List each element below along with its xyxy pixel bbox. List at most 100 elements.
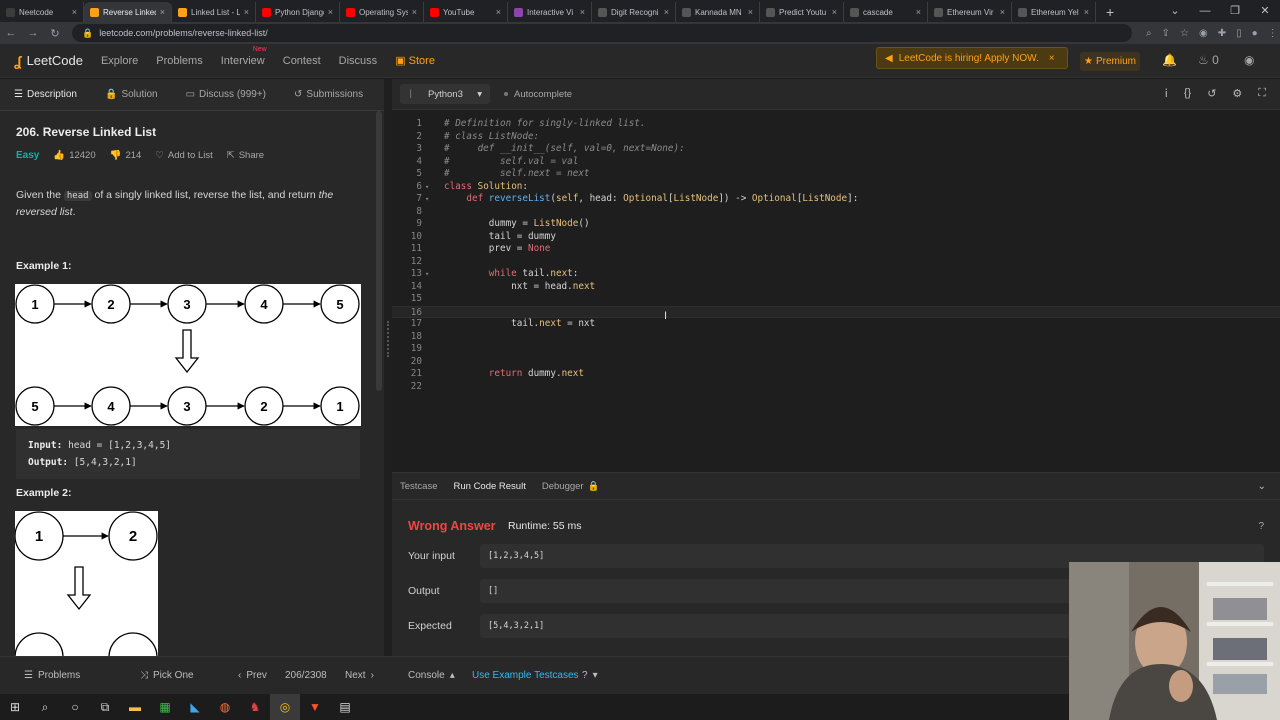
- puzzle-icon[interactable]: ✚: [1218, 28, 1226, 39]
- close-tab-icon[interactable]: ×: [916, 7, 921, 17]
- browser-tab[interactable]: Operating Sys ×: [340, 2, 424, 22]
- fold-icon[interactable]: ▾: [425, 181, 429, 194]
- code-line[interactable]: 7 ▾ def reverseList(self, head: Optional[…: [392, 193, 1280, 206]
- code-line[interactable]: 20: [392, 356, 1280, 369]
- browser-tab[interactable]: cascade ×: [844, 2, 928, 22]
- code-line[interactable]: 6 ▾ class Solution:: [392, 181, 1280, 194]
- code-line[interactable]: 5 # self.next = next: [392, 168, 1280, 181]
- browser-tab[interactable]: Digit Recogni ×: [592, 2, 676, 22]
- nav-problems[interactable]: Problems: [156, 55, 202, 67]
- search-icon[interactable]: ⌕: [30, 694, 60, 720]
- use-example-testcases-link[interactable]: Use Example Testcases: [472, 670, 579, 681]
- code-line[interactable]: 10 tail = dummy: [392, 231, 1280, 244]
- vscode-icon[interactable]: ◣: [180, 694, 210, 720]
- sidebar-icon[interactable]: ▯: [1236, 28, 1242, 39]
- code-line[interactable]: 9 dummy = ListNode(): [392, 218, 1280, 231]
- nav-discuss[interactable]: Discuss: [339, 55, 378, 67]
- next-button[interactable]: Next ›: [345, 670, 374, 681]
- streak-counter[interactable]: ♨ 0: [1198, 53, 1219, 67]
- firefox-icon[interactable]: ◍: [210, 694, 240, 720]
- browser-tab[interactable]: Kannada MN ×: [676, 2, 760, 22]
- browser-tab[interactable]: Interactive Vi ×: [508, 2, 592, 22]
- code-line[interactable]: 16: [392, 305, 1280, 318]
- close-tab-icon[interactable]: ×: [328, 7, 333, 17]
- code-line[interactable]: 13 ▾ while tail.next:: [392, 268, 1280, 281]
- code-line[interactable]: 11 prev = None: [392, 243, 1280, 256]
- back-icon[interactable]: ←: [0, 27, 22, 39]
- url-input[interactable]: 🔒 leetcode.com/problems/reverse-linked-l…: [72, 24, 1132, 42]
- browser-tab[interactable]: Python Django ×: [256, 2, 340, 22]
- browser-tab[interactable]: Neetcode ×: [0, 2, 84, 22]
- tab-description[interactable]: ☰ Description: [0, 89, 91, 100]
- bookmark-star-icon[interactable]: ☆: [1180, 28, 1189, 39]
- brave-icon[interactable]: ▼: [300, 694, 330, 720]
- task-view-icon[interactable]: ⧉: [90, 694, 120, 720]
- chevron-down-icon[interactable]: ⌄: [1258, 481, 1266, 492]
- code-line[interactable]: 21 return dummy.next: [392, 368, 1280, 381]
- fold-icon[interactable]: ▾: [425, 193, 429, 206]
- help-icon[interactable]: ?: [1258, 521, 1264, 532]
- code-editor[interactable]: 1 # Definition for singly-linked list. 2 # …: [392, 110, 1280, 472]
- leetcode-logo[interactable]: ʆ LeetCode: [14, 53, 83, 69]
- pick-one-button[interactable]: ⤨ Pick One: [140, 670, 194, 681]
- spreadsheet-icon[interactable]: ▦: [150, 694, 180, 720]
- forward-icon[interactable]: →: [22, 27, 44, 39]
- browser-tab[interactable]: Ethereum Vir ×: [928, 2, 1012, 22]
- tab-run-code-result[interactable]: Run Code Result: [446, 481, 534, 492]
- code-line[interactable]: 18: [392, 331, 1280, 344]
- problems-button[interactable]: ☰ Problems: [24, 670, 80, 681]
- browser-tab[interactable]: Ethereum Yel ×: [1012, 2, 1096, 22]
- add-to-list-button[interactable]: ♡ Add to List: [155, 150, 212, 161]
- app-icon[interactable]: ♞: [240, 694, 270, 720]
- reset-icon[interactable]: ↺: [1207, 87, 1216, 100]
- tab-search-icon[interactable]: ⌄: [1160, 0, 1190, 22]
- nav-store[interactable]: ▣ Store: [395, 54, 435, 67]
- braces-icon[interactable]: {}: [1184, 87, 1191, 100]
- profile-icon[interactable]: ●: [1252, 28, 1258, 39]
- avatar-icon[interactable]: ◉: [1244, 53, 1254, 67]
- tab-discuss[interactable]: ▭ Discuss (999+): [172, 89, 280, 100]
- code-line[interactable]: 19: [392, 343, 1280, 356]
- tab-submissions[interactable]: ↺ Submissions: [280, 89, 377, 100]
- panel-resize-handle[interactable]: [384, 79, 392, 656]
- file-explorer-icon[interactable]: ▬: [120, 694, 150, 720]
- close-icon[interactable]: ×: [1049, 53, 1055, 64]
- browser-tab[interactable]: Linked List - L ×: [172, 2, 256, 22]
- browser-tab[interactable]: Predict Youtu ×: [760, 2, 844, 22]
- tab-testcase[interactable]: Testcase: [392, 481, 446, 492]
- prev-button[interactable]: ‹ Prev: [238, 670, 267, 681]
- chrome-icon[interactable]: ◎: [270, 694, 300, 720]
- hiring-banner[interactable]: ◀ LeetCode is hiring! Apply NOW. ×: [876, 47, 1068, 69]
- close-tab-icon[interactable]: ×: [412, 7, 417, 17]
- notepad-icon[interactable]: ▤: [330, 694, 360, 720]
- close-tab-icon[interactable]: ×: [832, 7, 837, 17]
- fold-icon[interactable]: ▾: [425, 268, 429, 281]
- close-tab-icon[interactable]: ×: [496, 7, 501, 17]
- new-tab-button[interactable]: +: [1096, 2, 1124, 22]
- nav-contest[interactable]: Contest: [283, 55, 321, 67]
- close-tab-icon[interactable]: ×: [748, 7, 753, 17]
- code-line[interactable]: 22: [392, 381, 1280, 394]
- info-icon[interactable]: ⅰ: [1165, 87, 1168, 100]
- premium-button[interactable]: ★ Premium: [1080, 52, 1140, 71]
- minimize-icon[interactable]: —: [1190, 0, 1220, 22]
- browser-tab[interactable]: Reverse Linked ×: [84, 2, 172, 22]
- cortana-icon[interactable]: ○: [60, 694, 90, 720]
- notification-bell-icon[interactable]: 🔔: [1162, 53, 1177, 67]
- settings-icon[interactable]: ⚙: [1232, 87, 1242, 100]
- code-line[interactable]: 14 nxt = head.next: [392, 281, 1280, 294]
- close-tab-icon[interactable]: ×: [244, 7, 249, 17]
- help-dropdown[interactable]: ? ▾: [582, 670, 598, 681]
- reload-icon[interactable]: ↻: [44, 27, 66, 40]
- dislike-button[interactable]: 👎 214: [110, 150, 142, 161]
- share-button[interactable]: ⇱ Share: [227, 150, 264, 161]
- code-line[interactable]: 15: [392, 293, 1280, 306]
- code-line[interactable]: 2 # class ListNode:: [392, 131, 1280, 144]
- close-window-icon[interactable]: ✕: [1250, 0, 1280, 22]
- close-tab-icon[interactable]: ×: [664, 7, 669, 17]
- autocomplete-toggle[interactable]: Autocomplete: [504, 89, 572, 100]
- nav-explore[interactable]: Explore: [101, 55, 138, 67]
- code-line[interactable]: 8: [392, 206, 1280, 219]
- menu-icon[interactable]: ⋮: [1268, 28, 1278, 39]
- code-line[interactable]: 3 # def __init__(self, val=0, next=None):: [392, 143, 1280, 156]
